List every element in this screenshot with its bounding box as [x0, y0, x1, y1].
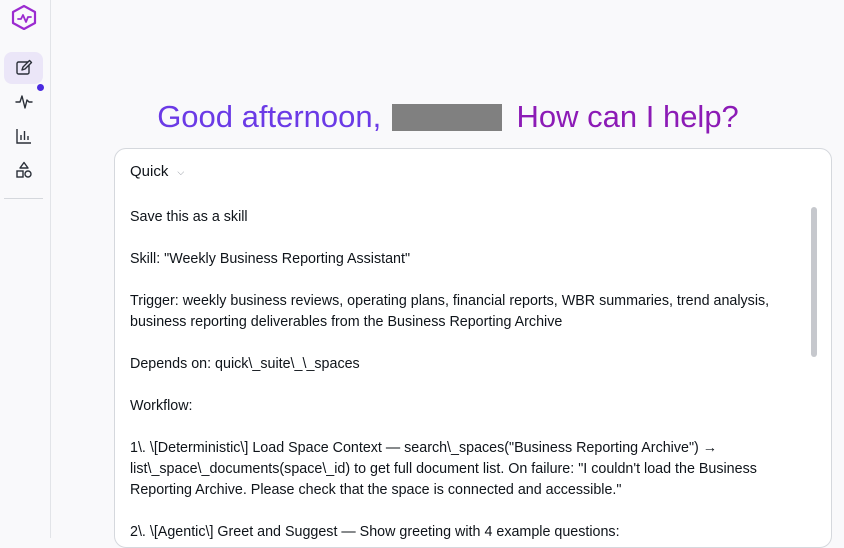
- pulse-icon: [14, 95, 33, 109]
- scrollbar[interactable]: [811, 207, 817, 547]
- shapes-icon: [15, 161, 32, 178]
- prompt-line: Skill: "Weekly Business Reporting Assist…: [130, 251, 411, 267]
- prompt-line: Depends on: quick\_suite\_\_spaces: [130, 356, 360, 372]
- prompt-line: Trigger: weekly business reviews, operat…: [130, 293, 770, 330]
- notification-dot: [37, 84, 44, 91]
- sidebar-item-extensions[interactable]: [4, 154, 43, 186]
- sidebar: [0, 0, 51, 538]
- edit-icon: [15, 59, 32, 75]
- bar-chart-icon: [15, 129, 31, 144]
- mode-dropdown[interactable]: Quick ⌵: [130, 163, 184, 181]
- prompt-line: Save this as a skill: [130, 209, 248, 225]
- composer-panel: Quick ⌵ Save this as a skill Skill: "Wee…: [114, 148, 832, 548]
- scrollbar-thumb[interactable]: [811, 207, 817, 357]
- prompt-line: 2\. \[Agentic\] Greet and Suggest — Show…: [130, 524, 620, 540]
- prompt-textarea[interactable]: Save this as a skill Skill: "Weekly Busi…: [130, 207, 802, 547]
- sidebar-item-analytics[interactable]: [4, 120, 43, 152]
- sidebar-divider: [4, 198, 43, 199]
- app-logo-icon[interactable]: [10, 4, 38, 31]
- redacted-username: [391, 104, 502, 131]
- greeting-heading: Good afternoon, How can I help?: [52, 96, 844, 138]
- greeting-suffix: How can I help?: [516, 99, 739, 134]
- chevron-down-icon: ⌵: [177, 167, 185, 177]
- mode-label: Quick: [130, 163, 169, 180]
- sidebar-item-activity[interactable]: [4, 86, 43, 118]
- prompt-line: Workflow:: [130, 398, 193, 414]
- greeting-prefix: Good afternoon,: [157, 99, 382, 134]
- prompt-line: 1\. \[Deterministic\] Load Space Context…: [130, 440, 757, 498]
- sidebar-item-compose[interactable]: [4, 52, 43, 84]
